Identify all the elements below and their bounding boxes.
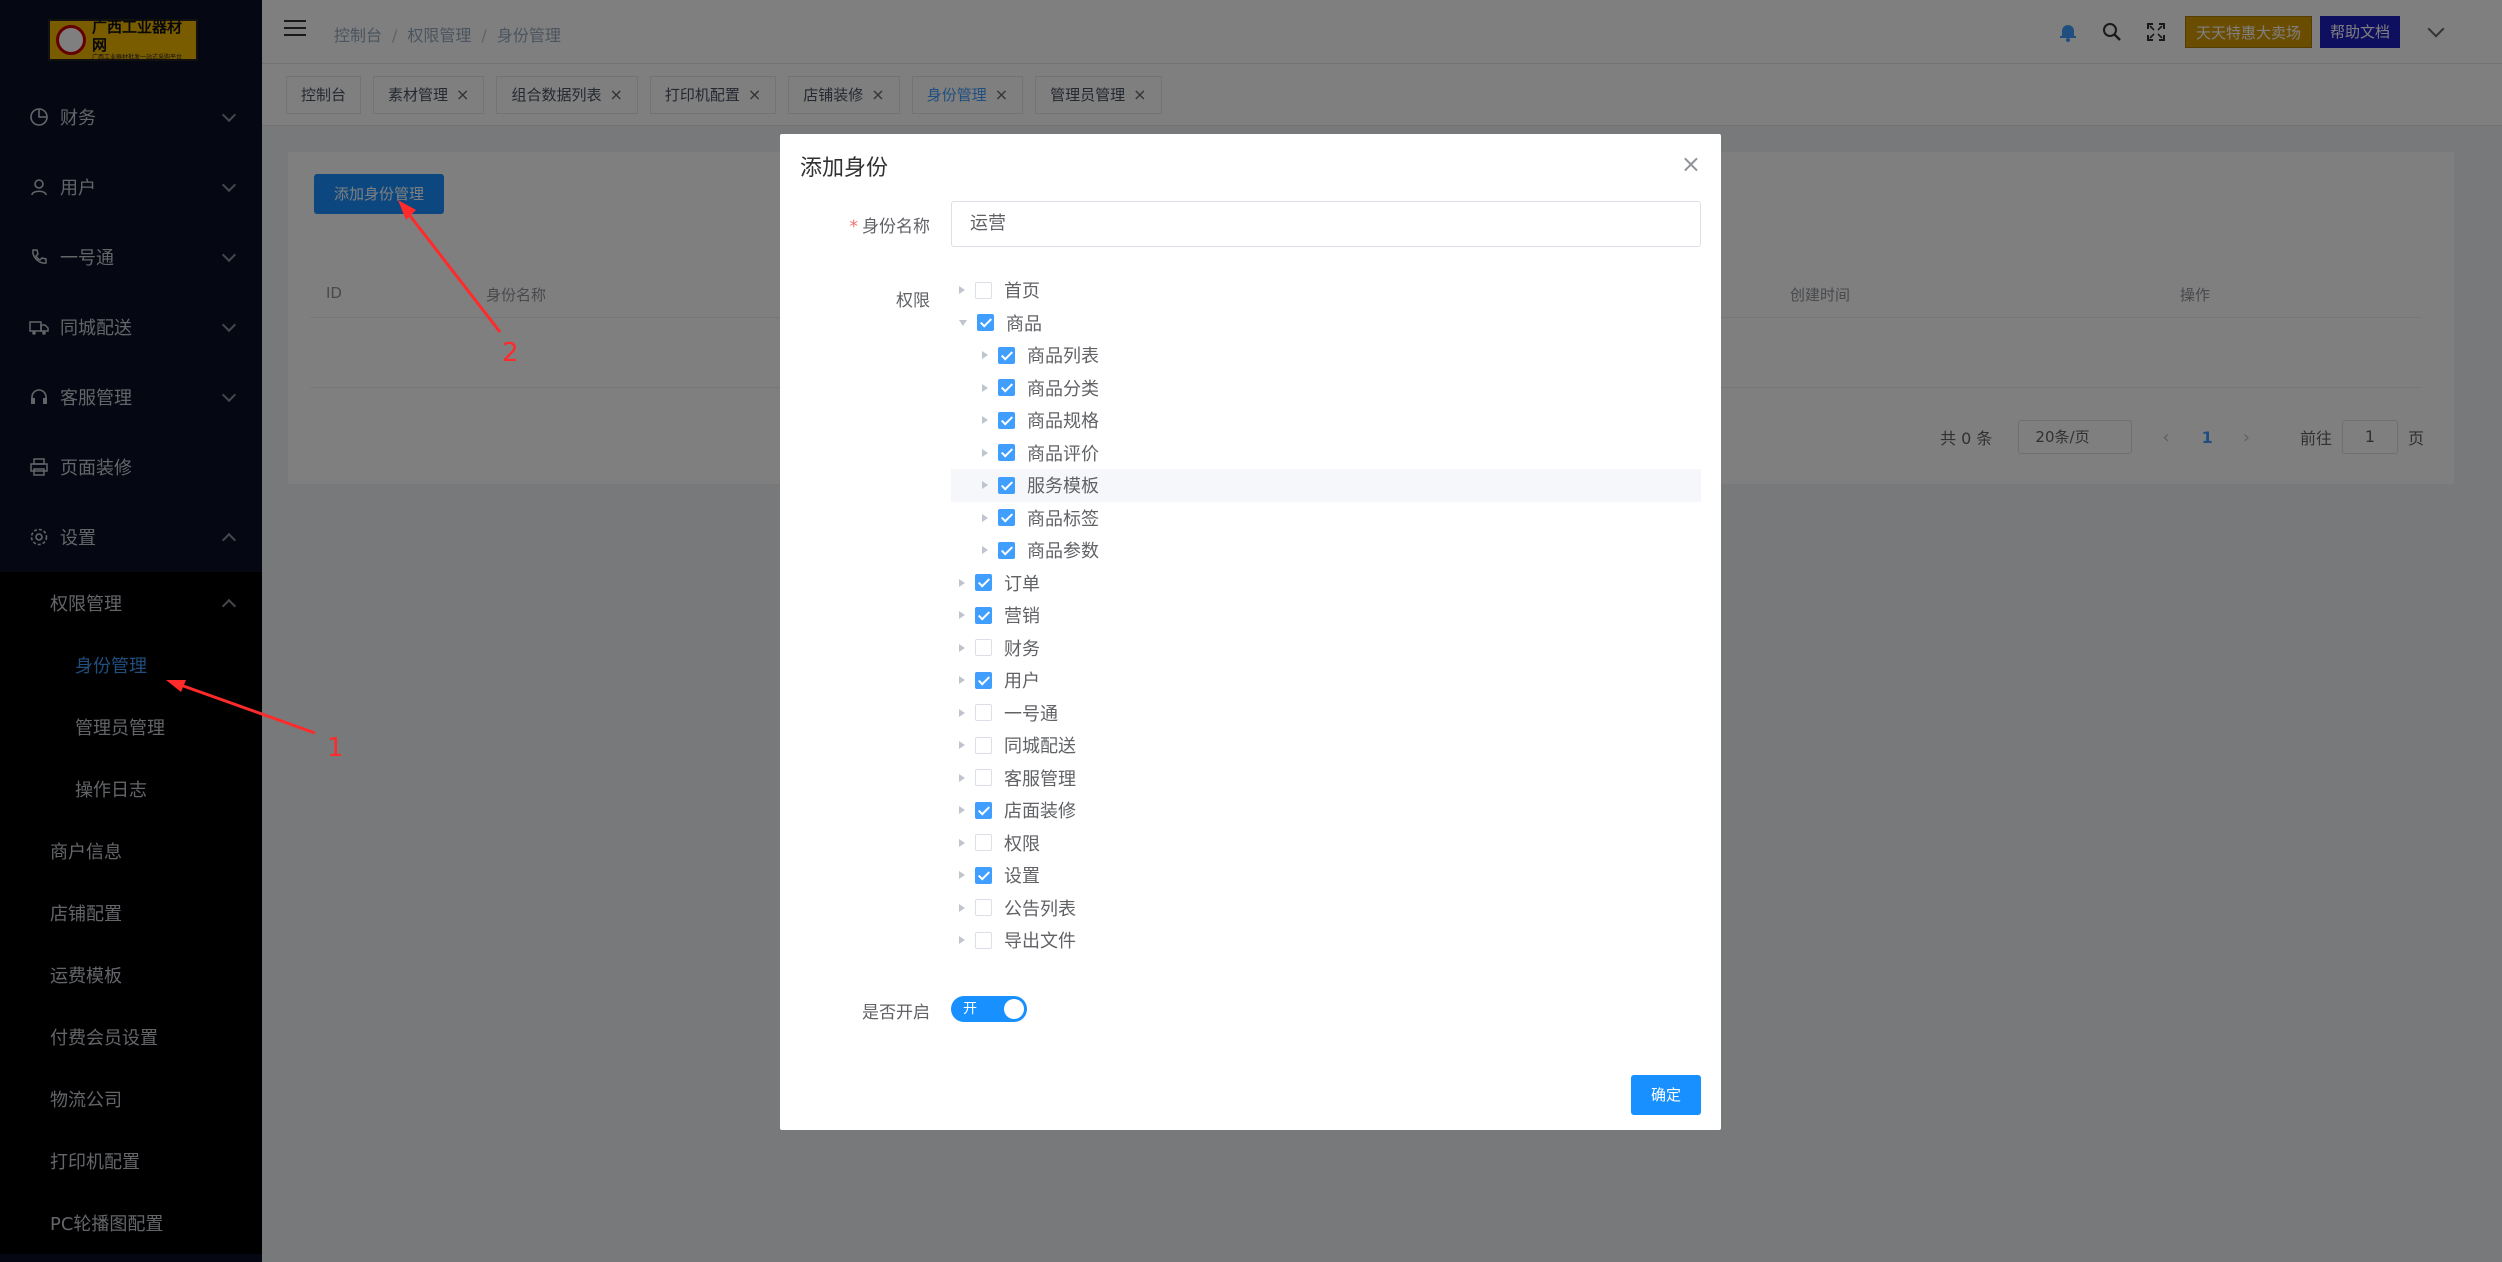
tree-checkbox[interactable] <box>998 444 1015 462</box>
annotation-number-2: 2 <box>502 338 519 368</box>
tree-node[interactable]: 用户 <box>951 664 1701 697</box>
caret-right-icon[interactable] <box>982 481 988 490</box>
tree-node[interactable]: 商品 <box>951 307 1701 340</box>
tree-node[interactable]: 商品参数 <box>951 534 1701 567</box>
caret-right-icon[interactable] <box>982 383 988 392</box>
caret-right-icon[interactable] <box>982 546 988 555</box>
tree-checkbox[interactable] <box>998 476 1015 494</box>
caret-right-icon[interactable] <box>959 806 965 815</box>
caret-right-icon[interactable] <box>959 643 965 652</box>
tree-node-label: 商品标签 <box>1027 508 1099 530</box>
confirm-button[interactable]: 确定 <box>1631 1075 1701 1115</box>
permission-label: 权限 <box>896 291 930 311</box>
tree-node[interactable]: 商品分类 <box>951 372 1701 405</box>
tree-node[interactable]: 同城配送 <box>951 729 1701 762</box>
close-icon[interactable]: × <box>1681 152 1701 176</box>
tree-node-label: 导出文件 <box>1004 931 1076 953</box>
tree-node[interactable]: 订单 <box>951 567 1701 600</box>
caret-right-icon[interactable] <box>959 773 965 782</box>
caret-right-icon[interactable] <box>982 351 988 360</box>
tree-node-label: 服务模板 <box>1027 476 1099 498</box>
tree-checkbox[interactable] <box>975 866 992 884</box>
tree-node[interactable]: 公告列表 <box>951 892 1701 925</box>
tree-checkbox[interactable] <box>975 606 992 624</box>
caret-right-icon[interactable] <box>959 903 965 912</box>
switch-text: 开 <box>963 1001 977 1017</box>
tree-node[interactable]: 服务模板 <box>951 469 1701 502</box>
tree-node-label: 商品评价 <box>1027 443 1099 465</box>
tree-checkbox[interactable] <box>975 801 992 819</box>
enable-label: 是否开启 <box>862 1003 930 1023</box>
caret-right-icon[interactable] <box>959 838 965 847</box>
caret-right-icon[interactable] <box>959 871 965 880</box>
add-identity-dialog: 添加身份 × * 身份名称 运营 权限 首页商品商品列表商品分类商品规格商品评价服… <box>780 134 1721 1130</box>
caret-right-icon[interactable] <box>959 708 965 717</box>
tree-node-label: 首页 <box>1004 281 1040 303</box>
tree-checkbox[interactable] <box>975 736 992 754</box>
tree-node[interactable]: 商品标签 <box>951 502 1701 535</box>
caret-right-icon[interactable] <box>982 416 988 425</box>
tree-node[interactable]: 首页 <box>951 274 1701 307</box>
tree-node[interactable]: 商品规格 <box>951 404 1701 437</box>
caret-right-icon[interactable] <box>959 676 965 685</box>
caret-right-icon[interactable] <box>959 611 965 620</box>
permission-tree: 首页商品商品列表商品分类商品规格商品评价服务模板商品标签商品参数订单营销财务用户… <box>951 274 1701 957</box>
tree-checkbox[interactable] <box>975 769 992 787</box>
tree-checkbox[interactable] <box>998 541 1015 559</box>
caret-right-icon[interactable] <box>959 286 965 295</box>
tree-node[interactable]: 权限 <box>951 827 1701 860</box>
tree-node-label: 商品列表 <box>1027 346 1099 368</box>
tree-checkbox[interactable] <box>975 574 992 592</box>
tree-node[interactable]: 导出文件 <box>951 924 1701 957</box>
tree-checkbox[interactable] <box>975 704 992 722</box>
tree-checkbox[interactable] <box>975 899 992 917</box>
tree-checkbox[interactable] <box>977 314 994 332</box>
tree-checkbox[interactable] <box>998 411 1015 429</box>
tree-node-label: 商品分类 <box>1027 378 1099 400</box>
tree-node-label: 店面装修 <box>1004 801 1076 823</box>
tree-node[interactable]: 店面装修 <box>951 794 1701 827</box>
tree-node[interactable]: 营销 <box>951 599 1701 632</box>
name-label: * 身份名称 <box>849 217 931 237</box>
tree-node[interactable]: 客服管理 <box>951 762 1701 795</box>
tree-node-label: 订单 <box>1004 573 1040 595</box>
caret-right-icon[interactable] <box>959 578 965 587</box>
tree-checkbox[interactable] <box>975 671 992 689</box>
caret-right-icon[interactable] <box>959 936 965 945</box>
tree-node-label: 一号通 <box>1004 703 1058 725</box>
identity-name-input[interactable]: 运营 <box>951 201 1701 247</box>
tree-node-label: 用户 <box>1004 671 1040 693</box>
tree-node-label: 客服管理 <box>1004 768 1076 790</box>
tree-checkbox[interactable] <box>998 346 1015 364</box>
tree-node[interactable]: 一号通 <box>951 697 1701 730</box>
enable-switch[interactable]: 开 <box>951 996 1027 1022</box>
annotation-number-1: 1 <box>327 733 344 763</box>
tree-node[interactable]: 设置 <box>951 859 1701 892</box>
tree-node-label: 权限 <box>1004 833 1040 855</box>
tree-checkbox[interactable] <box>998 509 1015 527</box>
tree-node-label: 公告列表 <box>1004 898 1076 920</box>
caret-down-icon[interactable] <box>959 319 967 326</box>
caret-right-icon[interactable] <box>959 741 965 750</box>
tree-node-label: 同城配送 <box>1004 736 1076 758</box>
tree-node-label: 商品规格 <box>1027 411 1099 433</box>
tree-node[interactable]: 商品评价 <box>951 437 1701 470</box>
tree-node[interactable]: 商品列表 <box>951 339 1701 372</box>
tree-checkbox[interactable] <box>998 379 1015 397</box>
switch-knob <box>1004 999 1024 1019</box>
caret-right-icon[interactable] <box>982 448 988 457</box>
name-label-text: 身份名称 <box>862 217 930 237</box>
tree-checkbox[interactable] <box>975 834 992 852</box>
tree-node-label: 设置 <box>1004 866 1040 888</box>
dialog-title: 添加身份 <box>800 156 889 181</box>
tree-checkbox[interactable] <box>975 931 992 949</box>
tree-checkbox[interactable] <box>975 281 992 299</box>
tree-node-label: 营销 <box>1004 606 1040 628</box>
tree-node-label: 商品 <box>1006 313 1042 335</box>
tree-node-label: 财务 <box>1004 638 1040 660</box>
caret-right-icon[interactable] <box>982 513 988 522</box>
tree-checkbox[interactable] <box>975 639 992 657</box>
tree-node[interactable]: 财务 <box>951 632 1701 665</box>
tree-node-label: 商品参数 <box>1027 541 1099 563</box>
